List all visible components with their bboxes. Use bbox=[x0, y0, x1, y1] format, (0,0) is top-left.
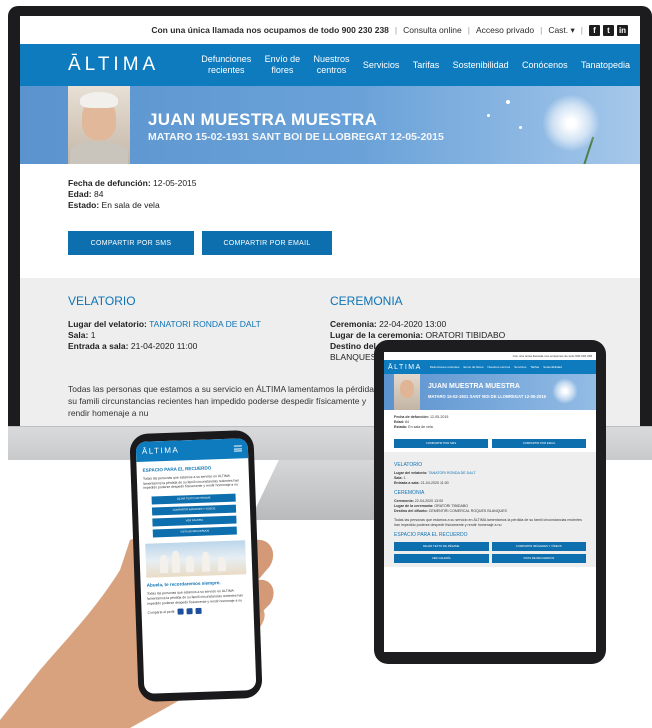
tablet-nav: ĀLTIMA Defunciones recientes Envío de fl… bbox=[384, 360, 596, 374]
twitter-icon[interactable] bbox=[186, 608, 193, 615]
nav-item-tarifas[interactable]: Tarifas bbox=[413, 60, 440, 71]
nav-item-tanatopedia[interactable]: Tanatopedia bbox=[581, 60, 630, 71]
deceased-dates: MATARO 15-02-1931 SANT BOI DE LLOBREGAT … bbox=[148, 131, 444, 143]
divider: | bbox=[467, 25, 470, 35]
consulta-online-link[interactable]: Consulta online bbox=[403, 25, 462, 35]
share-email-button[interactable]: COMPARTIR POR EMAIL bbox=[202, 231, 332, 255]
tablet-share-buttons: COMPARTIR POR SMS COMPARTIR POR EMAIL bbox=[384, 435, 596, 452]
edad-row: Edad: 84 bbox=[68, 189, 104, 199]
tablet-details: VELATORIO Lugar del velatorio: TANATORI … bbox=[384, 452, 596, 567]
phone-recuerdos-button[interactable]: VISTA DE RECUERDOS bbox=[152, 526, 237, 538]
tablet-nav-item[interactable]: Sostenibilidad bbox=[543, 365, 562, 370]
family-photo bbox=[145, 540, 247, 578]
phone-share-media-button[interactable]: COMPARTIR IMÁGENES Y VÍDEOS bbox=[151, 504, 237, 516]
phone-logo[interactable]: ĀLTIMA bbox=[142, 445, 180, 455]
tablet-dandelion-image bbox=[552, 378, 578, 404]
tablet-share-sms-button[interactable]: COMPARTIR POR SMS bbox=[394, 439, 488, 448]
divider: | bbox=[540, 25, 543, 35]
language-selector[interactable]: Cast. ▾ bbox=[548, 25, 574, 36]
devices-mockup: Con una única llamada nos ocupamos de to… bbox=[0, 0, 652, 728]
fecha-defuncion-row: Fecha de defunción: 12-05-2015 bbox=[68, 178, 197, 188]
divider: | bbox=[580, 25, 583, 35]
velatorio-column: VELATORIO Lugar del velatorio: TANATORI … bbox=[68, 294, 330, 363]
tablet-paragraph: Todas las personas que estamos a su serv… bbox=[394, 518, 582, 527]
obituary-hero: JUAN MUESTRA MUESTRA MATARO 15-02-1931 S… bbox=[20, 86, 640, 164]
nav-items: Defunciones recientes Envío de flores Nu… bbox=[201, 54, 630, 76]
nav-item-defunciones[interactable]: Defunciones recientes bbox=[201, 54, 251, 76]
tablet-gallery-button[interactable]: VER GALERÍA bbox=[394, 554, 489, 563]
tablet-nav-item[interactable]: Envío de flores bbox=[463, 365, 483, 370]
phone-abuela-title: Abuela, te recordaremos siempre. bbox=[146, 580, 221, 588]
nav-item-sostenibilidad[interactable]: Sostenibilidad bbox=[453, 60, 509, 71]
tablet-share-media-button[interactable]: COMPARTIR IMÁGENES Y VÍDEOS bbox=[491, 542, 586, 551]
seed-dot bbox=[519, 126, 522, 129]
tablet-ceremonia-title: CEREMONIA bbox=[394, 490, 425, 496]
tablet-nav-item[interactable]: Servicios bbox=[514, 365, 526, 370]
deceased-photo bbox=[68, 86, 130, 164]
top-bar: Con una única llamada nos ocupamos de to… bbox=[20, 16, 640, 44]
velatorio-title: VELATORIO bbox=[68, 294, 136, 308]
tablet-hero: JUAN MUESTRA MUESTRA MATARO 15-02-1931 S… bbox=[384, 374, 596, 410]
phone-share-profile: Comparte el perfil bbox=[148, 607, 248, 616]
tablet-recuerdo-title: ESPACIO PARA EL RECUERDO bbox=[394, 532, 468, 538]
phone-share-label: Comparte el perfil bbox=[147, 609, 175, 615]
phone-body: ESPACIO PARA EL RECUERDO Todas las perso… bbox=[136, 458, 253, 621]
tablet-top-bar: Con una única llamada nos ocupamos de to… bbox=[512, 353, 592, 358]
tablet-velatorio-title: VELATORIO bbox=[394, 462, 423, 468]
phone-screen: ĀLTIMA ESPACIO PARA EL RECUERDO Todas la… bbox=[135, 438, 257, 694]
phone-pesame-button[interactable]: DEJAR TEXTO DE PÉSAME bbox=[151, 493, 236, 505]
share-sms-button[interactable]: COMPARTIR POR SMS bbox=[68, 231, 194, 255]
tablet-deceased-name: JUAN MUESTRA MUESTRA bbox=[428, 383, 520, 390]
tablet-recuerdo-buttons: DEJAR TEXTO DE PÉSAME COMPARTIR IMÁGENES… bbox=[394, 542, 586, 563]
tablet-recuerdos-button[interactable]: VISTA DE RECUERDOS bbox=[491, 554, 586, 563]
phone-device: ĀLTIMA ESPACIO PARA EL RECUERDO Todas la… bbox=[129, 429, 263, 703]
tablet-share-email-button[interactable]: COMPARTIR POR EMAIL bbox=[492, 439, 586, 448]
tablet-death-info: Fecha de defunción: 12-05-2015 Edad: 84 … bbox=[394, 415, 449, 429]
mail-icon[interactable] bbox=[195, 608, 202, 615]
contact-phone-text: Con una única llamada nos ocupamos de to… bbox=[151, 25, 389, 35]
altima-logo[interactable]: ĀLTIMA bbox=[68, 54, 159, 76]
linkedin-icon[interactable]: in bbox=[617, 24, 628, 36]
phone-paragraph: Todas las personas que estamos a su serv… bbox=[142, 473, 240, 491]
tablet-nav-item[interactable]: Defunciones recientes bbox=[430, 365, 460, 370]
ceremonia-title: CEREMONIA bbox=[330, 294, 403, 308]
tablet-deceased-photo bbox=[394, 374, 420, 410]
facebook-icon[interactable]: f bbox=[589, 24, 600, 36]
velatorio-location-link[interactable]: TANATORI RONDA DE DALT bbox=[149, 319, 261, 329]
phone-recuerdo-title: ESPACIO PARA EL RECUERDO bbox=[142, 465, 212, 473]
death-info: Fecha de defunción: 12-05-2015 Edad: 84 … bbox=[20, 164, 640, 255]
seed-dot bbox=[506, 100, 510, 104]
nav-item-centros[interactable]: Nuestros centros bbox=[314, 54, 350, 76]
tablet-logo[interactable]: ĀLTIMA bbox=[388, 364, 422, 371]
phone-abuela-paragraph: Todas las personas que estamos a su serv… bbox=[146, 588, 244, 606]
divider: | bbox=[394, 25, 398, 35]
tablet-device: Con una única llamada nos ocupamos de to… bbox=[374, 340, 606, 664]
deceased-name: JUAN MUESTRA MUESTRA bbox=[148, 110, 378, 129]
tablet-nav-item[interactable]: Tarifas bbox=[530, 365, 539, 370]
facebook-icon[interactable] bbox=[177, 608, 184, 616]
nav-item-conocenos[interactable]: Conócenos bbox=[522, 60, 568, 71]
dandelion-image bbox=[542, 94, 600, 152]
main-navigation: ĀLTIMA Defunciones recientes Envío de fl… bbox=[20, 44, 640, 86]
social-links: f t in bbox=[589, 24, 628, 36]
share-buttons: COMPARTIR POR SMS COMPARTIR POR EMAIL bbox=[68, 231, 592, 255]
seed-dot bbox=[487, 114, 490, 117]
tablet-screen: Con una única llamada nos ocupamos de to… bbox=[384, 352, 596, 652]
tablet-deceased-dates: MATARO 15-02-1931 SANT BOI DE LLOBREGAT … bbox=[428, 394, 546, 399]
nav-item-envio-flores[interactable]: Envío de flores bbox=[265, 54, 301, 76]
condolence-paragraph: Todas las personas que estamos a su serv… bbox=[68, 384, 386, 418]
twitter-icon[interactable]: t bbox=[603, 24, 614, 36]
acceso-privado-link[interactable]: Acceso privado bbox=[476, 25, 534, 35]
hamburger-menu-icon[interactable] bbox=[233, 445, 243, 452]
estado-row: Estado: En sala de vela bbox=[68, 200, 160, 210]
phone-gallery-button[interactable]: VER GALERÍA bbox=[152, 515, 237, 527]
tablet-nav-item[interactable]: Nuestros centros bbox=[487, 365, 510, 370]
tablet-pesame-button[interactable]: DEJAR TEXTO DE PÉSAME bbox=[394, 542, 489, 551]
nav-item-servicios[interactable]: Servicios bbox=[363, 60, 400, 71]
